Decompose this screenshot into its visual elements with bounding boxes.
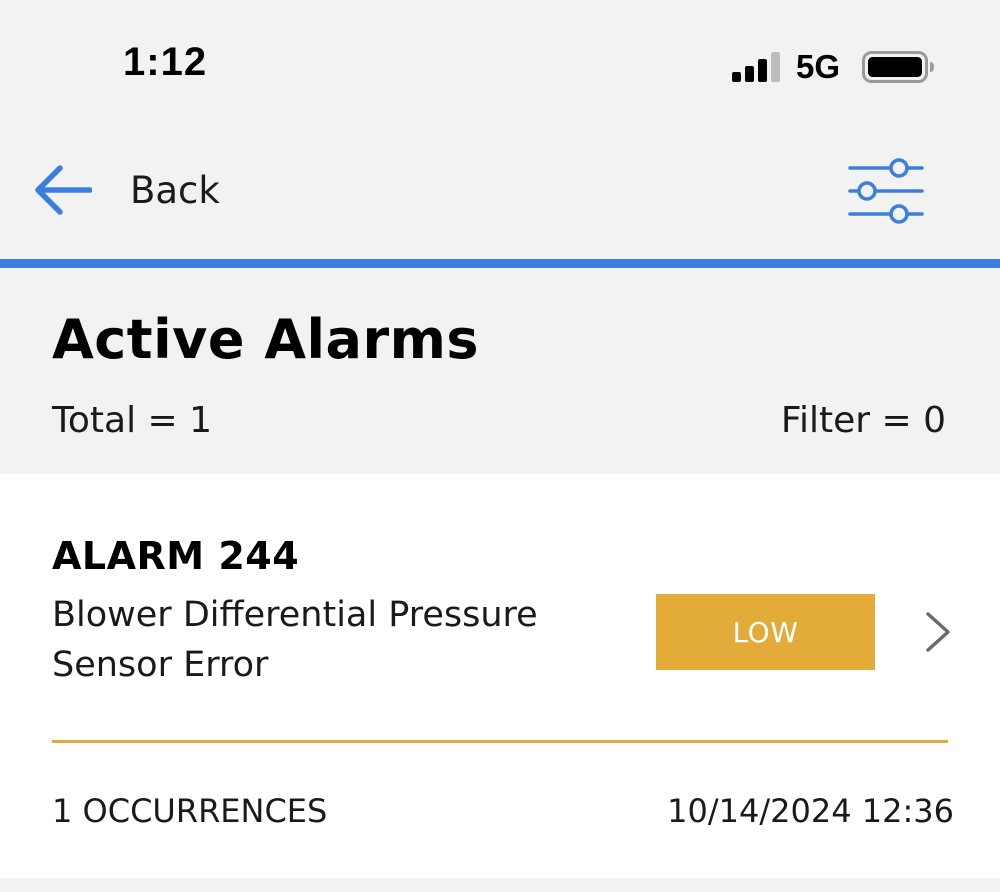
alarm-code: ALARM 244: [52, 534, 300, 578]
occurrence-count: 1 OCCURRENCES: [52, 792, 328, 830]
alarms-screen: 1:12 5G Back Active Alarms Total = 1 Fil…: [0, 0, 1000, 892]
nav-bar: Back: [0, 130, 1000, 258]
battery-icon: [862, 51, 934, 83]
network-type: 5G: [796, 48, 841, 85]
status-time: 1:12: [123, 40, 208, 84]
sliders-icon[interactable]: [846, 156, 926, 226]
alarm-card[interactable]: ALARM 244 Blower Differential Pressure S…: [0, 474, 1000, 878]
back-button[interactable]: Back: [32, 160, 220, 220]
back-label: Back: [130, 168, 220, 212]
alarm-timestamp: 10/14/2024 12:36: [667, 792, 954, 830]
page-title: Active Alarms: [52, 308, 480, 371]
total-count: Total = 1: [52, 400, 213, 441]
alarm-description: Blower Differential Pressure Sensor Erro…: [52, 595, 538, 685]
chevron-right-icon[interactable]: [922, 610, 954, 654]
filter-count: Filter = 0: [780, 400, 946, 441]
severity-badge: LOW: [656, 594, 875, 670]
nav-divider: [0, 259, 1000, 268]
status-bar: 1:12 5G: [0, 0, 1000, 130]
arrow-left-icon: [35, 165, 92, 215]
card-divider: [52, 740, 948, 743]
cellular-signal-icon: [732, 52, 780, 82]
